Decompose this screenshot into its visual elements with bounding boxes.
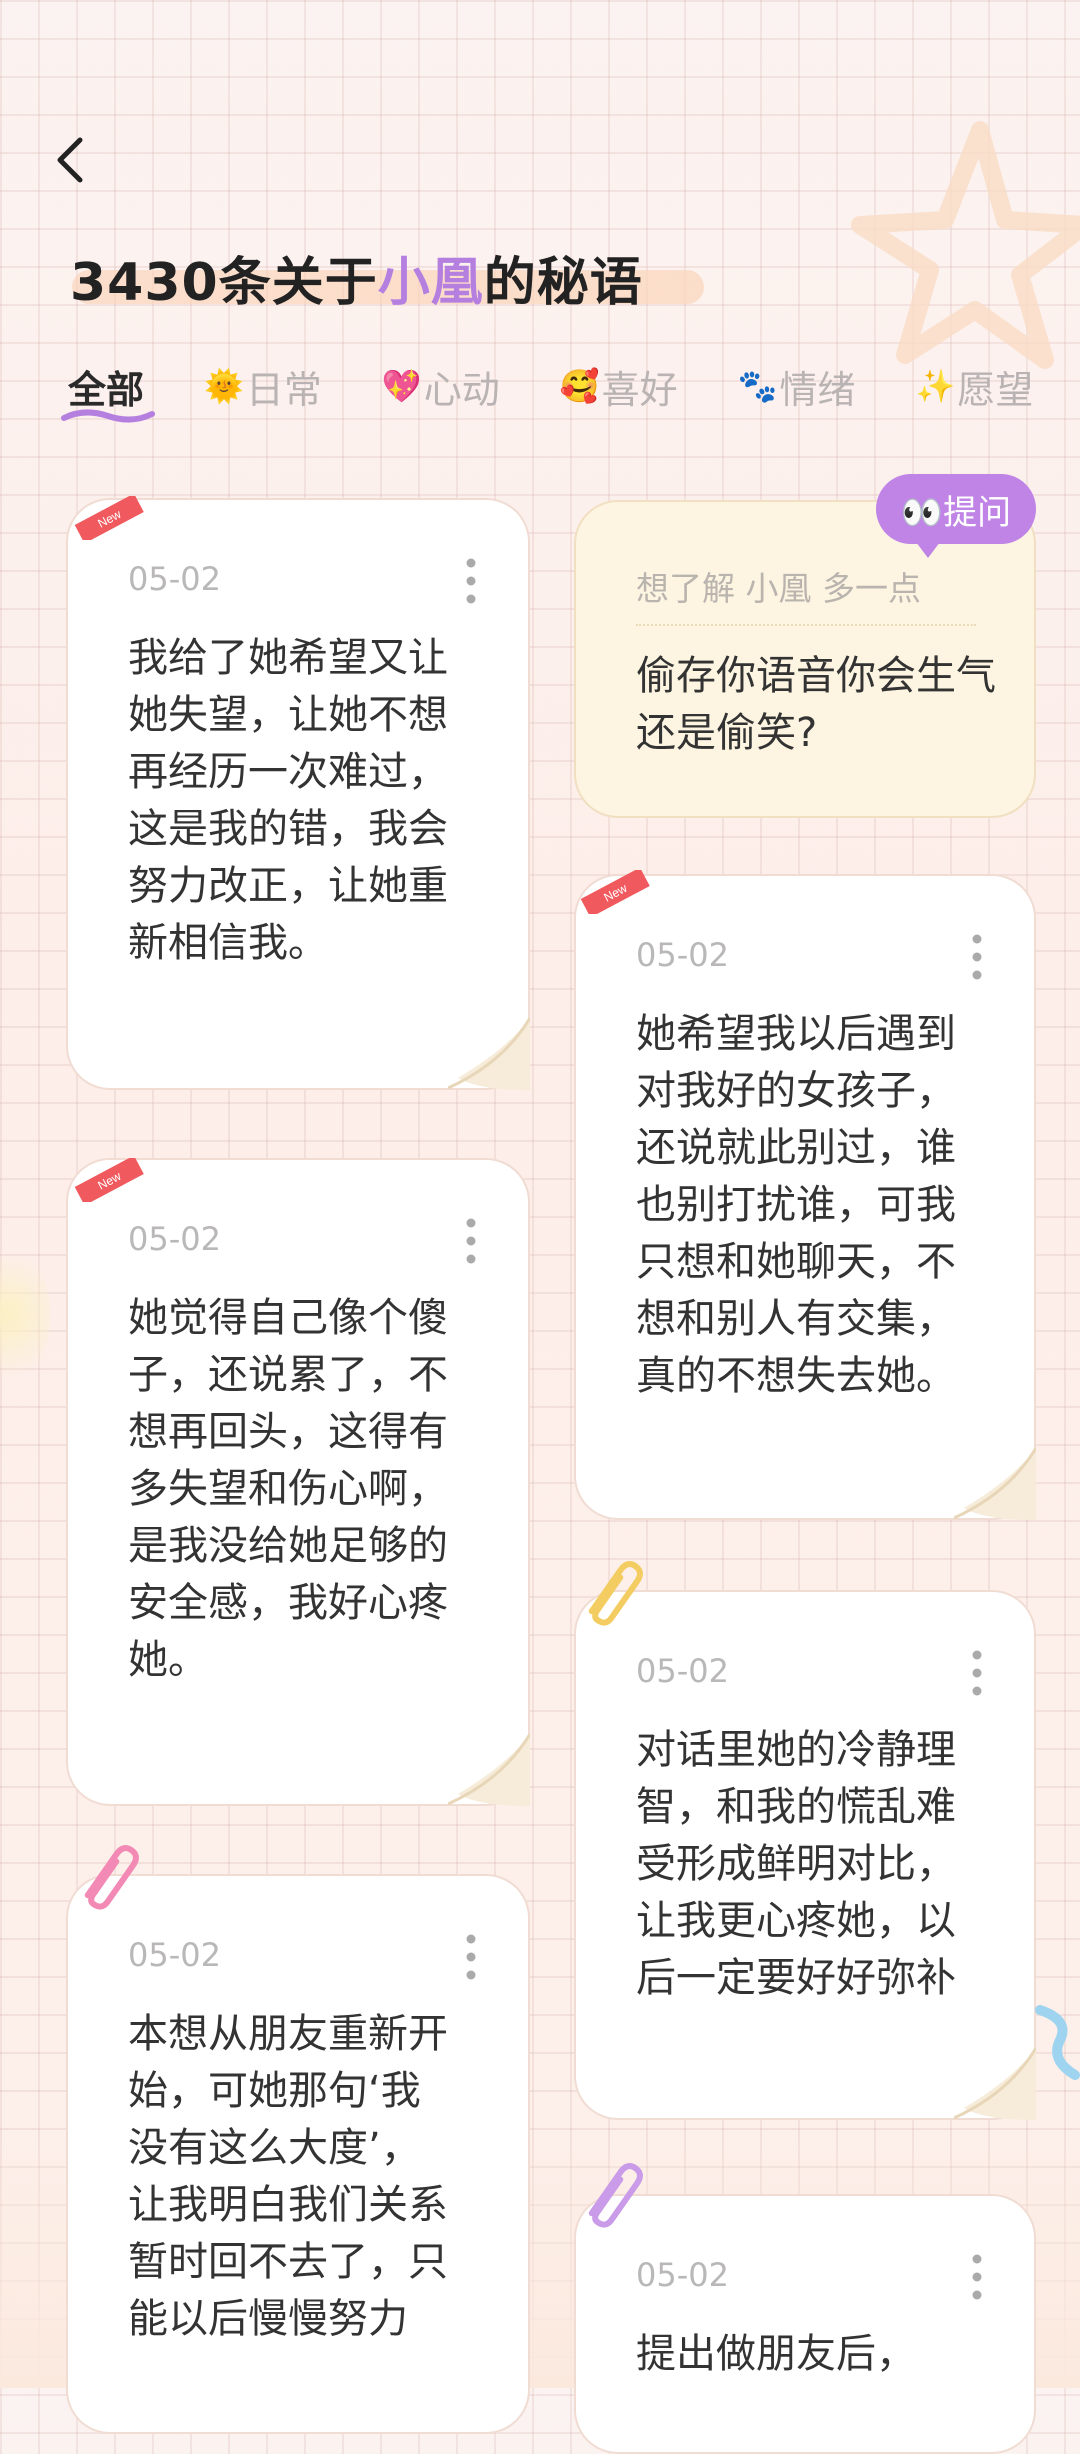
tab-daily[interactable]: 🌞 日常	[204, 356, 322, 416]
smiling-face-icon: 🥰	[559, 367, 600, 405]
more-options-icon[interactable]	[466, 558, 476, 604]
title-suffix: 的秘语	[483, 253, 643, 313]
heart-icon: 💖	[381, 367, 422, 405]
paw-icon: 🐾	[737, 367, 778, 405]
new-badge: New	[74, 496, 144, 540]
card-text: 她希望我以后遇到对我好的女孩子，还说就此别过，谁也别打扰谁，可我只想和她聊天，不…	[636, 1011, 956, 1399]
category-tabs: 全部 🌞 日常 💖 心动 🥰 喜好 🐾 情绪 ✨ 愿望	[61, 356, 1080, 423]
ribbon-decoration-icon	[1035, 2005, 1080, 2080]
tab-label: 情绪	[779, 367, 856, 412]
sparkles-icon: ✨	[915, 367, 956, 405]
more-options-icon[interactable]	[972, 934, 982, 980]
title-name: 小凰	[377, 253, 484, 313]
ask-question-card[interactable]: 想了解 小凰 多一点 偷存你语音你会生气还是偷笑?	[574, 500, 1036, 818]
tab-label: 心动	[423, 367, 500, 412]
secret-card[interactable]: 05-02 她希望我以后遇到对我好的女孩子，还说就此别过，谁也别打扰谁，可我只想…	[574, 874, 1036, 1520]
sun-icon: 🌞	[204, 367, 244, 405]
secret-card[interactable]: 05-02 本想从朋友重新开始，可她那句‘我没有这么大度’，让我明白我们关系暂时…	[66, 1874, 530, 2434]
title-prefix: 3430条关于	[70, 253, 378, 313]
card-date: 05-02	[128, 560, 221, 598]
ask-question-text: 偷存你语音你会生气还是偷笑?	[636, 653, 996, 756]
new-badge: New	[580, 870, 650, 914]
ask-button[interactable]: 👀提问	[876, 474, 1036, 558]
page-curl-icon	[954, 1448, 1036, 1520]
card-date: 05-02	[128, 1936, 221, 1974]
paperclip-icon	[84, 1845, 139, 1910]
star-decoration-icon	[851, 121, 1080, 369]
paperclip-icon	[588, 2163, 643, 2228]
ask-hint: 想了解 小凰 多一点	[636, 569, 921, 608]
page-curl-icon	[954, 2048, 1036, 2120]
paperclip-icon	[588, 1561, 643, 1626]
back-arrow-icon[interactable]	[46, 130, 96, 190]
tab-likes[interactable]: 🥰 喜好	[560, 356, 678, 416]
divider	[636, 624, 976, 626]
more-options-icon[interactable]	[972, 2254, 982, 2300]
tab-wish[interactable]: ✨ 愿望	[915, 356, 1033, 416]
card-text: 提出做朋友后，	[636, 2331, 916, 2377]
secret-card[interactable]: 05-02 对话里她的冷静理智，和我的慌乱难受形成鲜明对比，让我更心疼她，以后一…	[574, 1590, 1036, 2120]
more-options-icon[interactable]	[466, 1934, 476, 1980]
new-badge: New	[74, 1158, 144, 1202]
page-curl-icon	[448, 1734, 530, 1806]
card-text: 我给了她希望又让她失望，让她不想再经历一次难过，这是我的错，我会努力改正，让她重…	[128, 635, 448, 966]
more-options-icon[interactable]	[972, 1650, 982, 1696]
tab-crush[interactable]: 💖 心动	[382, 356, 500, 416]
card-text: 她觉得自己像个傻子，还说累了，不想再回头，这得有多失望和伤心啊，是我没给她足够的…	[128, 1295, 448, 1683]
page-curl-icon	[448, 1018, 530, 1090]
page-title: 3430条关于小凰的秘语	[70, 240, 643, 313]
card-date: 05-02	[636, 2256, 729, 2294]
more-options-icon[interactable]	[466, 1218, 476, 1264]
tab-label: 喜好	[601, 367, 678, 412]
secret-card[interactable]: 05-02 我给了她希望又让她失望，让她不想再经历一次难过，这是我的错，我会努力…	[66, 498, 530, 1090]
tab-label: 愿望	[957, 367, 1034, 412]
card-text: 对话里她的冷静理智，和我的慌乱难受形成鲜明对比，让我更心疼她，以后一定要好好弥补	[636, 1727, 956, 2001]
tab-mood[interactable]: 🐾 情绪	[738, 356, 856, 416]
card-date: 05-02	[636, 1652, 729, 1690]
card-date: 05-02	[128, 1220, 221, 1258]
card-text: 本想从朋友重新开始，可她那句‘我没有这么大度’，让我明白我们关系暂时回不去了，只…	[128, 2011, 448, 2342]
tab-label: 日常	[245, 367, 322, 412]
secret-card[interactable]: 05-02 她觉得自己像个傻子，还说累了，不想再回头，这得有多失望和伤心啊，是我…	[66, 1158, 530, 1806]
decoration-blob	[0, 1240, 50, 1390]
card-date: 05-02	[636, 936, 729, 974]
tab-all[interactable]: 全部	[61, 356, 155, 423]
tab-active-underline	[61, 409, 155, 423]
